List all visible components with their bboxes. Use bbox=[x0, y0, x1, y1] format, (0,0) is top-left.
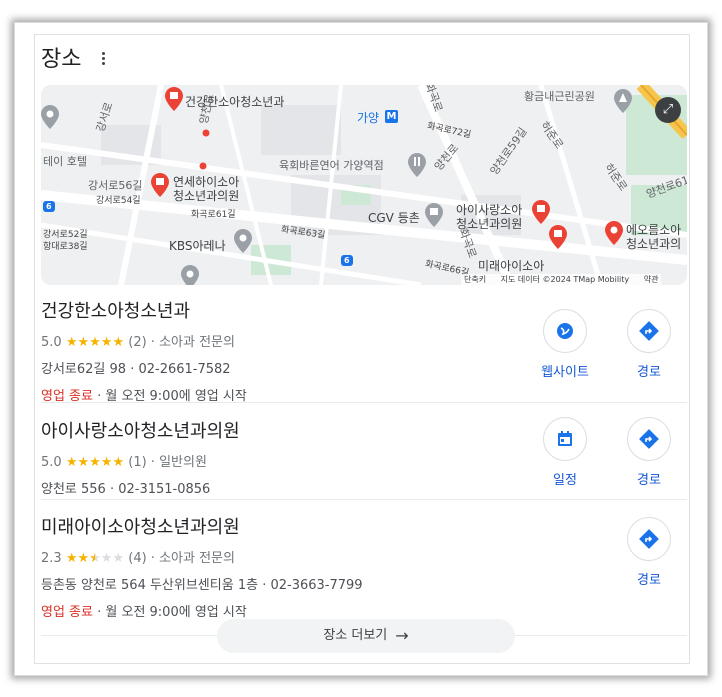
arrow-right-icon: → bbox=[395, 626, 409, 645]
rating-value: 5.0 bbox=[41, 335, 62, 350]
map-pin-icon[interactable] bbox=[41, 105, 59, 129]
map-pin-icon[interactable] bbox=[549, 225, 567, 249]
map-pin-icon[interactable] bbox=[532, 200, 550, 224]
directions-label: 경로 bbox=[637, 473, 661, 488]
globe-icon bbox=[557, 323, 573, 339]
map-pin-icon[interactable] bbox=[605, 221, 623, 245]
map-pin-icon[interactable] bbox=[165, 87, 183, 111]
terms-link[interactable]: 약관 bbox=[644, 275, 659, 284]
divider bbox=[41, 499, 687, 500]
route-badge: 6 bbox=[43, 201, 55, 212]
place-phone: 02-3151-0856 bbox=[118, 482, 211, 497]
road-label: 항대로38길 bbox=[43, 242, 88, 252]
place-category: 소아과 전문의 bbox=[159, 335, 235, 350]
map[interactable]: 건강한소아청소년과 연세하이소아 청소년과의원 아이사랑소아 청소년과의원 미래… bbox=[41, 85, 687, 285]
directions-label: 경로 bbox=[637, 365, 661, 380]
place-address: 양천로 556 bbox=[41, 482, 106, 497]
restaurant-pin-icon[interactable] bbox=[408, 153, 426, 177]
place-address-row: 등촌동 양천로 564 두산위브센티움 1층 · 02-3663-7799 bbox=[41, 578, 363, 593]
more-places-label: 장소 더보기 bbox=[323, 628, 388, 643]
website-button[interactable]: 웹사이트 bbox=[533, 309, 597, 380]
place-name[interactable]: 미래아이소아청소년과의원 bbox=[41, 513, 687, 539]
place-address: 등촌동 양천로 564 두산위브센티움 1층 bbox=[41, 578, 259, 593]
shortcuts-link[interactable]: 단축키 bbox=[464, 275, 486, 284]
park-pin-icon[interactable] bbox=[614, 89, 632, 113]
map-label: KBS아레나 bbox=[169, 239, 226, 253]
place-hours-row: 영업 종료 · 월 오전 9:00에 영업 시작 bbox=[41, 605, 247, 620]
map-label: 테이 호텔 bbox=[43, 155, 87, 168]
map-label: 황금내근린공원 bbox=[524, 90, 595, 103]
road-label: 화곡로61길 bbox=[191, 210, 236, 220]
directions-icon bbox=[639, 529, 659, 549]
metro-icon: M bbox=[385, 110, 398, 123]
more-options-icon[interactable] bbox=[97, 50, 109, 68]
map-pin-icon[interactable] bbox=[151, 173, 169, 197]
map-footer: 단축키 지도 데이터 ©2024 TMap Mobility 약관 bbox=[461, 274, 662, 285]
review-count[interactable]: (2) bbox=[128, 335, 146, 350]
rating-stars-icon: ★★★★★ bbox=[65, 551, 125, 566]
place-phone: 02-3663-7799 bbox=[270, 578, 363, 593]
place-rating-row: 2.3 ★★★★★ (4) · 소아과 전문의 bbox=[41, 551, 235, 566]
rating-stars-icon: ★★★★★ bbox=[65, 335, 125, 350]
place-category: 소아과 전문의 bbox=[159, 551, 235, 566]
road-label: 강서로54길 bbox=[96, 196, 141, 206]
arena-pin-icon[interactable] bbox=[234, 229, 252, 253]
rating-value: 2.3 bbox=[41, 551, 62, 566]
section-title: 장소 bbox=[41, 47, 82, 72]
places-panel: 장소 건강한소아청소년과 연세하이소아 청소년과의원 아이사랑소아 청소년과의원… bbox=[34, 34, 690, 664]
expand-map-icon[interactable]: ⤢ bbox=[655, 97, 681, 123]
divider bbox=[41, 402, 687, 403]
map-label: 청소년과의원 bbox=[173, 189, 240, 203]
map-data-attribution: 지도 데이터 ©2024 TMap Mobility bbox=[500, 275, 630, 284]
map-pin-icon[interactable] bbox=[181, 265, 199, 285]
cinema-pin-icon[interactable] bbox=[425, 203, 443, 227]
more-places-button[interactable]: 장소 더보기 → bbox=[217, 619, 515, 653]
calendar-icon bbox=[558, 431, 572, 446]
map-label: CGV 등촌 bbox=[368, 211, 420, 225]
directions-button[interactable]: 경로 bbox=[617, 417, 681, 488]
rating-value: 5.0 bbox=[41, 455, 62, 470]
place-item[interactable]: 미래아이소아청소년과의원 2.3 ★★★★★ (4) · 소아과 전문의 등촌동… bbox=[41, 513, 687, 620]
schedule-button[interactable]: 일정 bbox=[533, 417, 597, 488]
map-label: 미래아이소아 bbox=[478, 259, 545, 273]
directions-label: 경로 bbox=[637, 573, 661, 588]
directions-icon bbox=[639, 429, 659, 449]
website-label: 웹사이트 bbox=[541, 365, 589, 380]
opening-hours: 월 오전 9:00에 영업 시작 bbox=[105, 605, 247, 620]
directions-icon bbox=[639, 321, 659, 341]
place-category: 일반의원 bbox=[159, 455, 207, 470]
directions-button[interactable]: 경로 bbox=[617, 309, 681, 380]
schedule-label: 일정 bbox=[553, 473, 577, 488]
directions-button[interactable]: 경로 bbox=[617, 517, 681, 588]
place-phone: 02-2661-7582 bbox=[138, 362, 231, 377]
metro-label: 가양 bbox=[357, 111, 380, 125]
route-badge: 6 bbox=[341, 255, 353, 266]
road-label: 강서로56길 bbox=[88, 179, 143, 192]
place-address: 강서로62길 98 bbox=[41, 362, 127, 377]
status-closed: 영업 종료 bbox=[41, 605, 93, 620]
map-label: 육회바른연어 가양역점 bbox=[279, 159, 384, 172]
map-label: 청소년과의 bbox=[626, 237, 682, 251]
review-count[interactable]: (4) bbox=[128, 551, 146, 566]
rating-stars-icon: ★★★★★ bbox=[65, 455, 125, 470]
review-count[interactable]: (1) bbox=[128, 455, 146, 470]
